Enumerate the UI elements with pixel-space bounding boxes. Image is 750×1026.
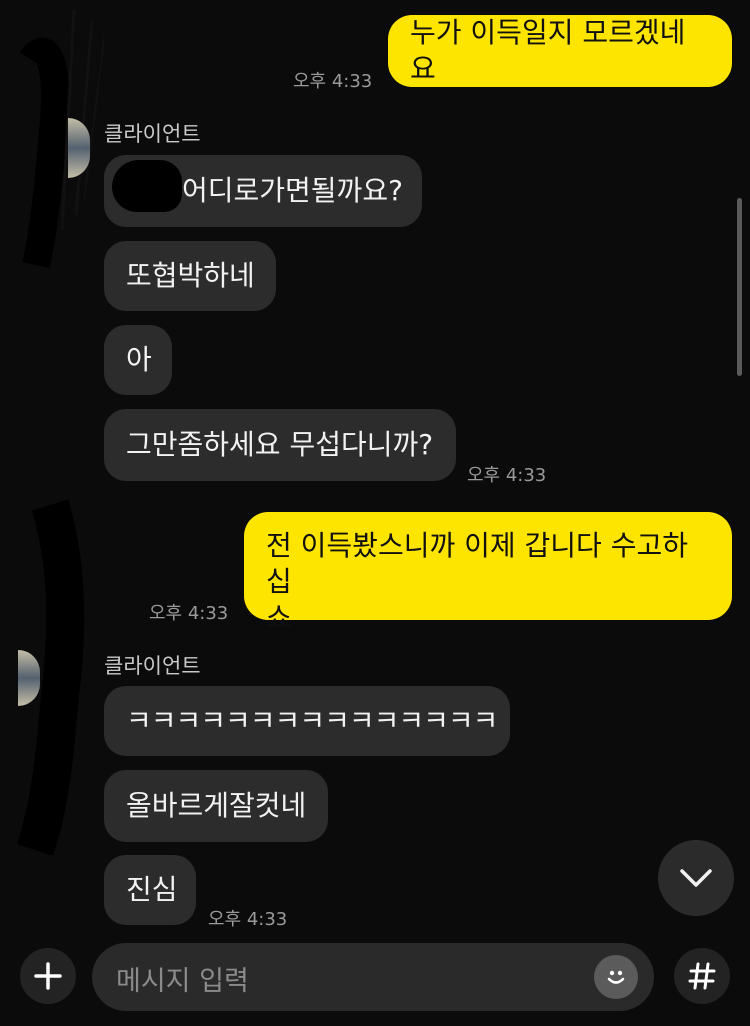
- message-input-placeholder: 메시지 입력: [116, 966, 249, 997]
- message-text: 올바르게잘컷네: [126, 789, 307, 822]
- smiley-icon: [607, 970, 625, 984]
- their-message-bubble[interactable]: 아: [104, 325, 172, 395]
- add-button[interactable]: [20, 948, 76, 1004]
- emoji-button[interactable]: [594, 955, 638, 999]
- message-text-line: 쇼: [266, 601, 292, 634]
- sender-name: 클라이언트: [104, 122, 201, 146]
- message-text: 누가 이득일지 모르겠네요: [410, 16, 686, 85]
- message-text: ㅋㅋㅋㅋㅋㅋㅋㅋㅋㅋㅋㅋㅋㅋㅋ: [126, 704, 498, 737]
- their-message-bubble[interactable]: ㅋㅋㅋㅋㅋㅋㅋㅋㅋㅋㅋㅋㅋㅋㅋ: [104, 686, 510, 756]
- hashtag-button[interactable]: [674, 948, 730, 1004]
- message-text: 아: [126, 343, 152, 376]
- scroll-to-bottom-button[interactable]: [658, 840, 734, 916]
- message-input-field[interactable]: 메시지 입력: [92, 943, 654, 1011]
- their-message-bubble[interactable]: 올바르게잘컷네: [104, 770, 328, 842]
- message-text: 그만좀하세요 무섭다니까?: [126, 428, 434, 461]
- message-time: 오후 4:33: [208, 909, 288, 930]
- redaction-blob: [112, 160, 182, 212]
- my-message-bubble[interactable]: 전 이득봤스니까 이제 갑니다 수고하십 쇼: [244, 512, 732, 634]
- hashtag-icon: [688, 962, 716, 990]
- my-message-bubble[interactable]: 누가 이득일지 모르겠네요: [388, 15, 732, 87]
- message-time: 오후 4:33: [293, 71, 373, 92]
- plus-icon: [34, 962, 62, 990]
- message-time: 오후 4:33: [149, 603, 229, 624]
- sender-name: 클라이언트: [104, 654, 201, 678]
- scrollbar[interactable]: [737, 198, 742, 376]
- their-message-bubble[interactable]: 진심: [104, 855, 196, 925]
- message-text: 진심: [126, 873, 178, 906]
- message-text: 또협박하네: [126, 259, 255, 292]
- their-message-bubble[interactable]: 또협박하네: [104, 241, 276, 311]
- message-text-line: 전 이득봤스니까 이제 갑니다 수고하십: [266, 529, 689, 598]
- chevron-down-icon: [680, 869, 712, 887]
- message-time: 오후 4:33: [467, 465, 547, 486]
- redaction-scribble-top: [14, 0, 110, 270]
- their-message-bubble[interactable]: 그만좀하세요 무섭다니까?: [104, 409, 456, 481]
